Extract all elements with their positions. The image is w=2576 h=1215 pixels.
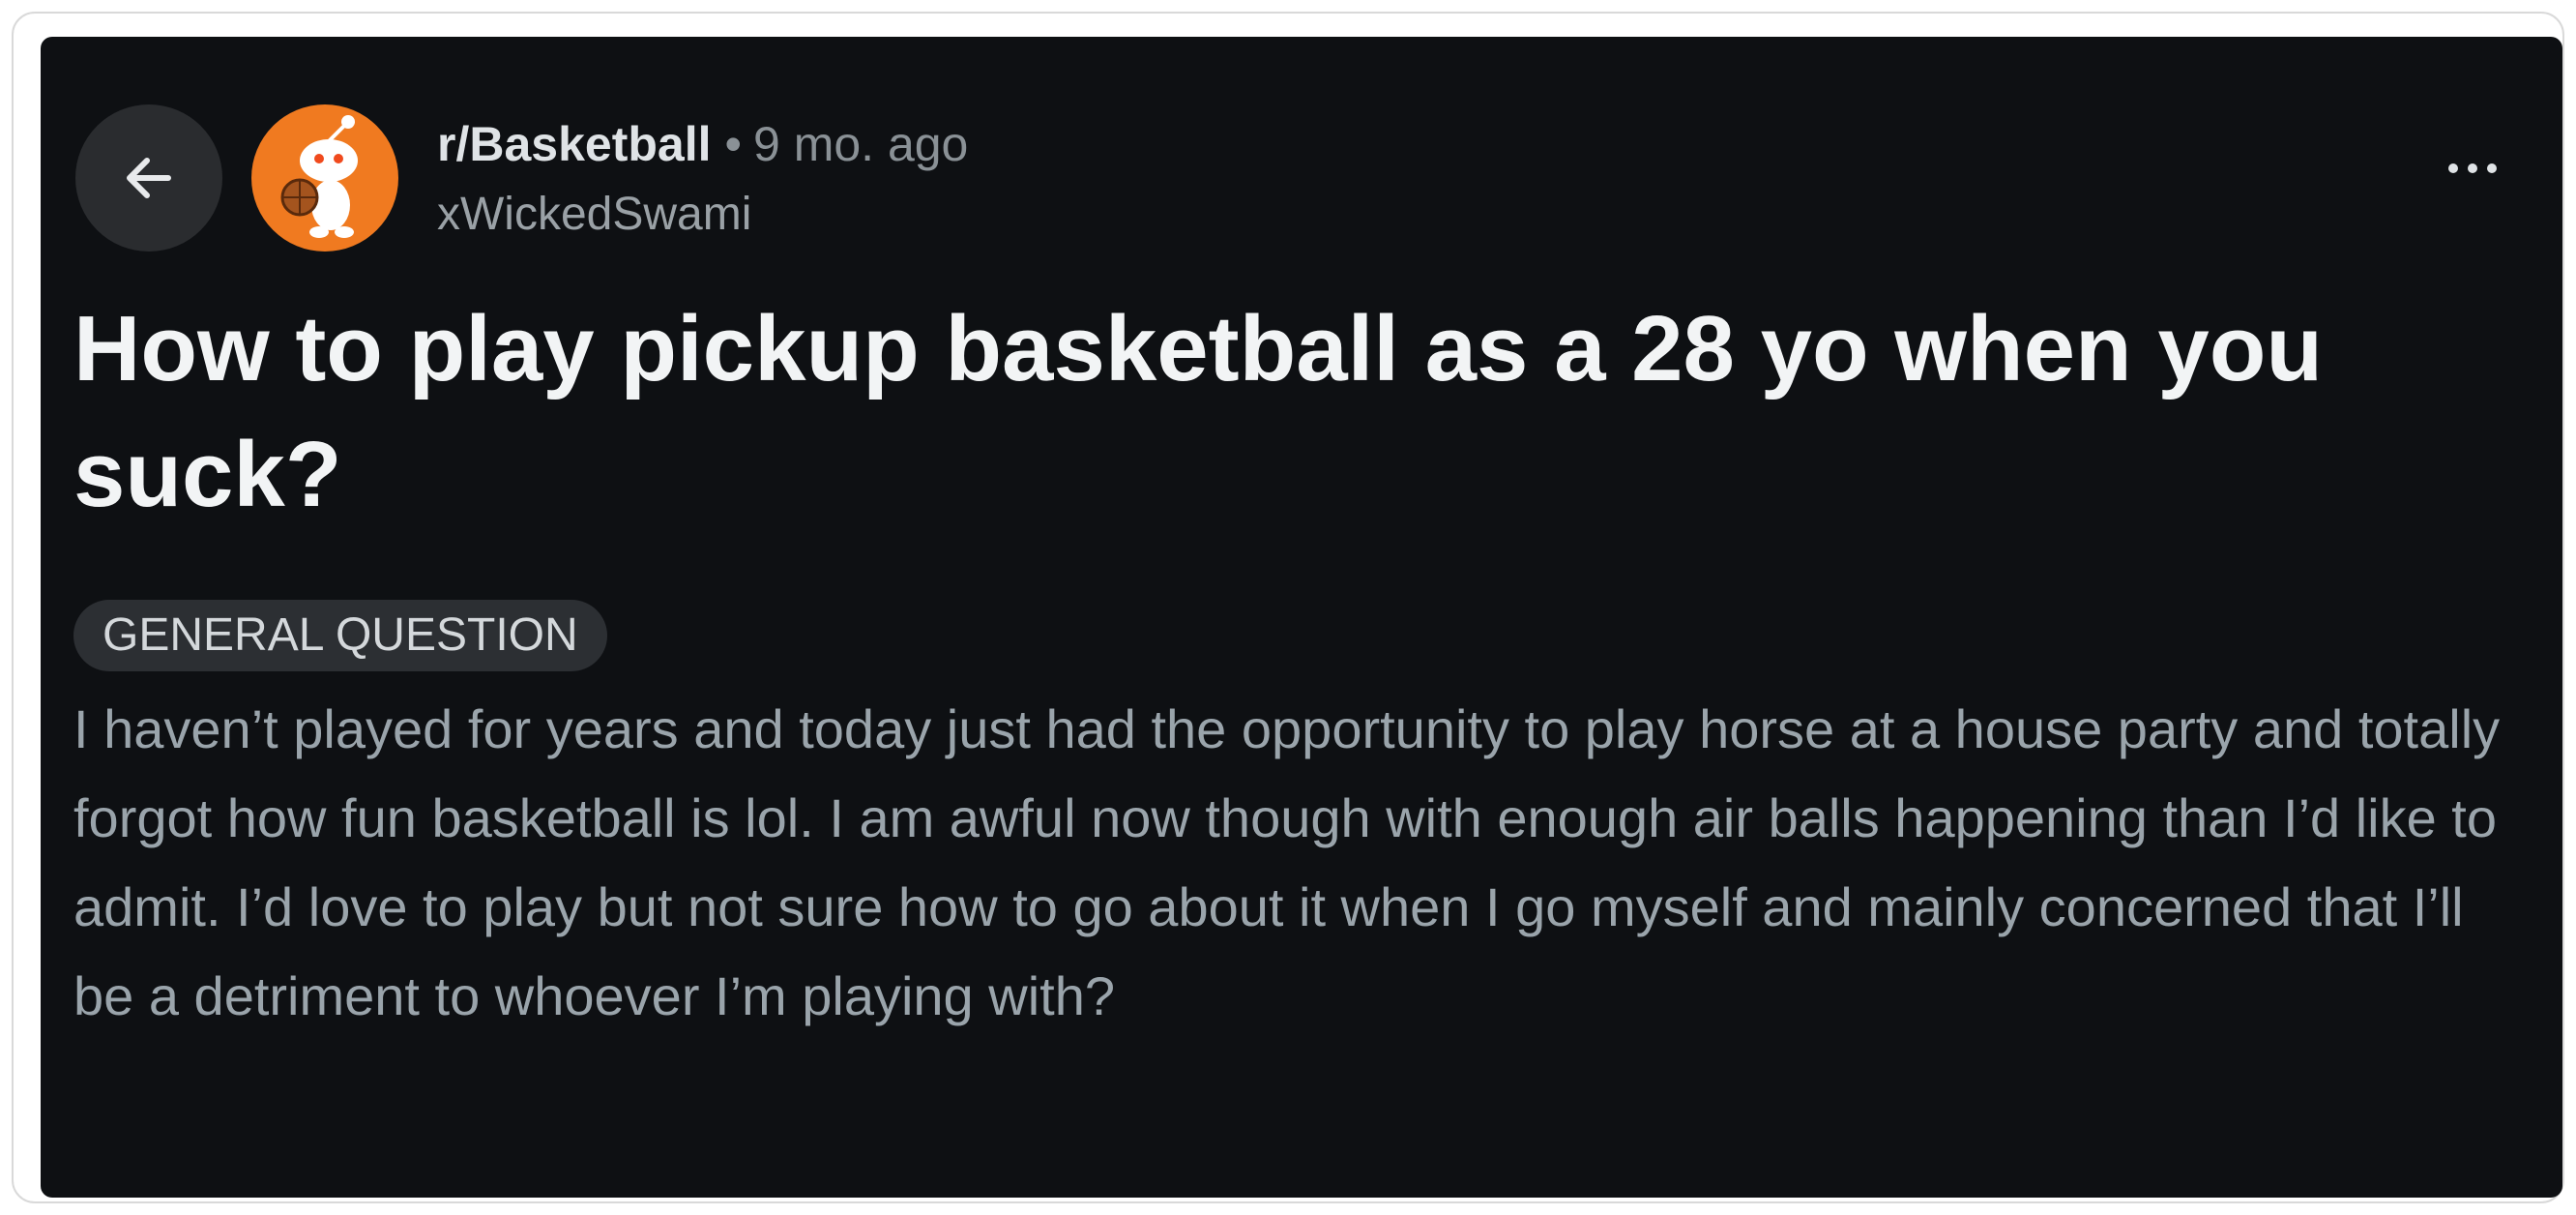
post-body: I haven’t played for years and today jus… bbox=[73, 698, 2501, 1026]
arrow-left-icon bbox=[127, 158, 171, 198]
more-options-icon bbox=[2448, 163, 2458, 173]
post-card: r/Basketball • 9 mo. ago xWickedSwami Ho… bbox=[41, 37, 2562, 1198]
meta-separator: • bbox=[724, 117, 742, 171]
back-button[interactable] bbox=[75, 104, 222, 252]
subreddit-link[interactable]: r/Basketball bbox=[437, 110, 711, 178]
post-meta-line: r/Basketball • 9 mo. ago bbox=[437, 110, 968, 178]
post-timestamp: 9 mo. ago bbox=[753, 117, 969, 171]
subreddit-avatar-icon[interactable] bbox=[251, 104, 398, 252]
post-meta: r/Basketball • 9 mo. ago xWickedSwami bbox=[437, 110, 968, 265]
author-link[interactable]: xWickedSwami bbox=[437, 178, 968, 252]
more-options-icon bbox=[2468, 163, 2477, 173]
more-options-button[interactable] bbox=[2429, 139, 2516, 197]
more-options-icon bbox=[2487, 163, 2497, 173]
screenshot-frame: r/Basketball • 9 mo. ago xWickedSwami Ho… bbox=[12, 12, 2564, 1203]
post-flair[interactable]: GENERAL QUESTION bbox=[73, 600, 607, 671]
post-title: How to play pickup basketball as a 28 yo… bbox=[73, 297, 2323, 526]
snoo-basketball-icon bbox=[280, 115, 358, 238]
